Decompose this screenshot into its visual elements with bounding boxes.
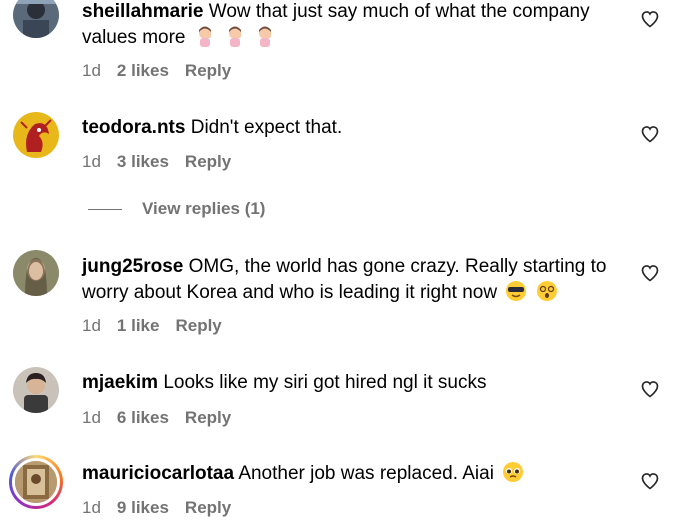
comment-body: mjaekim Looks like my siri got hired ngl… (82, 370, 612, 396)
comment-time: 1d (82, 61, 101, 80)
like-heart-icon[interactable] (640, 263, 660, 283)
comment-username[interactable]: teodora.nts (82, 117, 185, 138)
comment-time: 1d (82, 152, 101, 171)
comment-text: Didn't expect that. (190, 117, 343, 138)
smiling-face-with-sunglasses-icon (505, 280, 527, 302)
like-heart-icon[interactable] (640, 379, 660, 399)
comment-meta: 1d 1 like Reply (82, 316, 222, 336)
person-facepalming-icon (254, 25, 276, 47)
avatar[interactable] (13, 0, 59, 38)
reply-button[interactable]: Reply (185, 408, 231, 428)
comment-body: mauriciocarlotaa Another job was replace… (82, 461, 612, 487)
reply-button[interactable]: Reply (175, 316, 221, 336)
like-heart-icon[interactable] (640, 9, 660, 29)
comment-likes[interactable]: 1 like (117, 316, 160, 336)
comment-meta: 1d 6 likes Reply (82, 408, 231, 428)
comment-time: 1d (82, 316, 101, 335)
reply-button[interactable]: Reply (185, 152, 231, 172)
avatar[interactable] (13, 367, 59, 413)
comment-likes[interactable]: 6 likes (117, 408, 169, 428)
like-heart-icon[interactable] (640, 124, 660, 144)
comment-username[interactable]: sheillahmarie (82, 1, 203, 22)
avatar-story-ring[interactable] (9, 455, 63, 509)
comment-meta: 1d 3 likes Reply (82, 152, 231, 172)
avatar[interactable] (13, 250, 59, 296)
dizzy-face-icon (536, 280, 558, 302)
comment-username[interactable]: mjaekim (82, 372, 158, 393)
comment-time: 1d (82, 408, 101, 427)
comment-meta: 1d 2 likes Reply (82, 61, 231, 81)
comment-username[interactable]: mauriciocarlotaa (82, 463, 234, 484)
comment-text: Another job was replaced. Aiai (238, 463, 494, 484)
pleading-face-icon (502, 461, 524, 483)
reply-button[interactable]: Reply (185, 498, 231, 518)
comment-body: sheillahmarie Wow that just say much of … (82, 0, 612, 51)
like-heart-icon[interactable] (640, 471, 660, 491)
comment-likes[interactable]: 2 likes (117, 61, 169, 81)
avatar[interactable] (13, 112, 59, 158)
comment-time: 1d (82, 498, 101, 517)
comment-likes[interactable]: 9 likes (117, 498, 169, 518)
view-replies-divider (88, 208, 122, 210)
comment-text: Looks like my siri got hired ngl it suck… (163, 372, 487, 393)
comment-body: jung25rose OMG, the world has gone crazy… (82, 254, 612, 306)
view-replies-button[interactable]: View replies (1) (88, 199, 265, 219)
comment-likes[interactable]: 3 likes (117, 152, 169, 172)
comment-body: teodora.nts Didn't expect that. (82, 115, 612, 141)
reply-button[interactable]: Reply (185, 61, 231, 81)
person-facepalming-icon (224, 25, 246, 47)
comment-username[interactable]: jung25rose (82, 256, 183, 277)
comment-meta: 1d 9 likes Reply (82, 498, 231, 518)
avatar (12, 458, 60, 506)
view-replies-label: View replies (1) (142, 199, 266, 218)
person-facepalming-icon (194, 25, 216, 47)
